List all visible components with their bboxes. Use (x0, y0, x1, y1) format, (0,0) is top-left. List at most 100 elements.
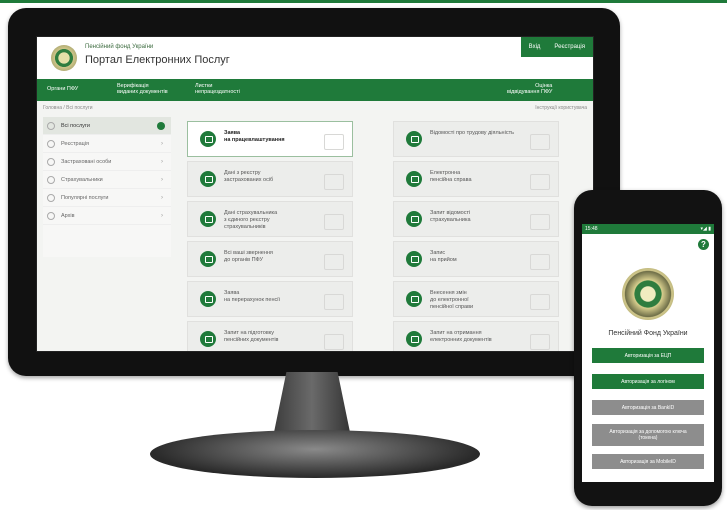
service-card-pension-file-changes[interactable]: Внесення змін до електронної пенсійної с… (393, 281, 559, 317)
calendar-icon (530, 254, 550, 270)
auth-mobileid-button[interactable]: Авторизація за MobileID (592, 454, 704, 469)
help-icon[interactable]: ? (698, 239, 709, 250)
auth-ecp-button[interactable]: Авторизація за ЕЦП (592, 348, 704, 363)
sidebar-item-label: Застраховані особи (61, 158, 112, 165)
service-icon (200, 251, 216, 267)
coins-icon (324, 294, 344, 310)
service-label: Внесення змін до електронної пенсійної с… (430, 290, 474, 310)
pfu-emblem (622, 268, 674, 320)
edit-icon (530, 294, 550, 310)
chevron-right-icon: › (161, 140, 163, 147)
sidebar-item-insurers[interactable]: Страхувальники › (43, 171, 171, 189)
service-card-insurer-info-request[interactable]: Запит відомості страхувальника (393, 201, 559, 237)
sidebar-item-label: Популярні послуги (61, 194, 109, 201)
document-check-icon (530, 334, 550, 350)
auth-bar: Вхід Реєстрація (520, 37, 593, 57)
main-nav: Органи ПФУ Верифікація виданих документі… (37, 79, 593, 101)
service-label: Запис на прийом (430, 250, 457, 263)
service-card-appointment[interactable]: Запис на прийом (393, 241, 559, 277)
sidebar-item-registration[interactable]: Реєстрація › (43, 135, 171, 153)
fund-name: Пенсійний фонд України (85, 44, 154, 50)
service-card-employment-application[interactable]: Заява на працевлаштування (187, 121, 353, 157)
site-header: Пенсійний фонд України Портал Електронни… (37, 37, 593, 79)
user-guide-link[interactable]: Інструкції користувача (535, 105, 587, 111)
breadcrumb[interactable]: Головна / Всі послуги (43, 105, 93, 111)
service-label: Дані страхувальника з єдиного реєстру ст… (224, 210, 278, 230)
phone-screen: 15:48 ▾◢ ▮ ? Пенсійний Фонд України Авто… (582, 224, 714, 482)
archive-icon (47, 211, 55, 220)
signal-icon: ▾◢ ▮ (700, 226, 712, 232)
chevron-right-icon: › (161, 176, 163, 183)
login-link[interactable]: Вхід (529, 44, 541, 50)
briefcase-icon (530, 134, 550, 150)
doc-icon (47, 139, 55, 148)
auth-login-button[interactable]: Авторизація за логіном (592, 374, 704, 389)
service-label: Всі ваші звернення до органів ПФУ (224, 250, 273, 263)
service-card-pension-recalculation[interactable]: Заява на перерахунок пенсії (187, 281, 353, 317)
service-icon (406, 131, 422, 147)
sidebar-item-label: Всі послуги (61, 122, 90, 129)
service-label: Заява на працевлаштування (224, 130, 285, 143)
sidebar-item-popular[interactable]: Популярні послуги › (43, 189, 171, 207)
service-icon (406, 331, 422, 347)
sidebar-item-label: Архів (61, 212, 75, 219)
service-label: Запит відомості страхувальника (430, 210, 471, 223)
chevron-right-icon: › (161, 158, 163, 165)
building-icon (47, 175, 55, 184)
register-link[interactable]: Реєстрація (554, 44, 585, 50)
service-icon (406, 211, 422, 227)
service-icon (200, 211, 216, 227)
service-card-pension-documents-request[interactable]: Запит на підготовку пенсійних документів (187, 321, 353, 351)
service-icon (200, 291, 216, 307)
monitor-screen: Пенсійний фонд України Портал Електронни… (36, 36, 594, 352)
chat-icon (324, 214, 344, 230)
service-icon (406, 251, 422, 267)
nav-item-pfu-bodies[interactable]: Органи ПФУ (47, 86, 78, 92)
service-icon (200, 131, 216, 147)
sidebar-item-insured[interactable]: Застраховані особи › (43, 153, 171, 171)
sidebar-item-label: Страхувальники (61, 176, 103, 183)
nav-item-sick-leave[interactable]: Листки непрацездатності (195, 83, 240, 95)
service-label: Відомості про трудову діяльність (430, 130, 514, 136)
nav-item-rating[interactable]: Оцінка відвідування ПФУ (507, 83, 552, 95)
service-card-electronic-pension-file[interactable]: Електронна пенсійна справа (393, 161, 559, 197)
service-card-insurer-registry[interactable]: Дані страхувальника з єдиного реєстру ст… (187, 201, 353, 237)
chat-icon (324, 174, 344, 190)
sidebar-item-archive[interactable]: Архів › (43, 207, 171, 225)
list-icon (47, 121, 55, 130)
service-label: Електронна пенсійна справа (430, 170, 472, 183)
monitor-stand-base (150, 430, 480, 478)
sidebar-item-label: Реєстрація (61, 140, 90, 147)
service-icon (200, 171, 216, 187)
desktop-monitor: Пенсійний фонд України Портал Електронни… (8, 8, 620, 376)
status-time: 15:48 (585, 226, 598, 232)
chevron-right-icon: › (161, 194, 163, 201)
service-label: Запит на отримання електронних документі… (430, 330, 492, 343)
person-icon (47, 157, 55, 166)
mail-icon (324, 254, 344, 270)
chevron-right-icon: › (161, 212, 163, 219)
service-card-electronic-documents-request[interactable]: Запит на отримання електронних документі… (393, 321, 559, 351)
service-card-insured-registry[interactable]: Дані з реєстру застрахованих осіб (187, 161, 353, 197)
phone-fund-name: Пенсійний Фонд України (608, 330, 688, 337)
printer-icon (324, 334, 344, 350)
top-accent-line (0, 0, 727, 3)
service-label: Заява на перерахунок пенсії (224, 290, 281, 303)
service-label: Запит на підготовку пенсійних документів (224, 330, 279, 343)
service-card-work-history[interactable]: Відомості про трудову діяльність (393, 121, 559, 157)
service-icon (406, 291, 422, 307)
sidebar: Всі послуги Реєстрація › Застраховані ос… (43, 117, 171, 257)
nav-item-verification[interactable]: Верифікація виданих документів (117, 83, 168, 95)
auth-bankid-button[interactable]: Авторизація за BankID (592, 400, 704, 415)
star-icon (47, 193, 55, 202)
auth-token-button[interactable]: Авторизація за допомогою ключа (токена) (592, 424, 704, 446)
document-icon (530, 214, 550, 230)
service-label: Дані з реєстру застрахованих осіб (224, 170, 274, 183)
status-bar: 15:48 ▾◢ ▮ (582, 224, 714, 234)
pfu-logo[interactable] (51, 45, 77, 71)
smartphone: 15:48 ▾◢ ▮ ? Пенсійний Фонд України Авто… (574, 190, 722, 506)
service-icon (200, 331, 216, 347)
service-card-appeals[interactable]: Всі ваші звернення до органів ПФУ (187, 241, 353, 277)
sidebar-item-all-services[interactable]: Всі послуги (43, 117, 171, 135)
document-icon (324, 134, 344, 150)
